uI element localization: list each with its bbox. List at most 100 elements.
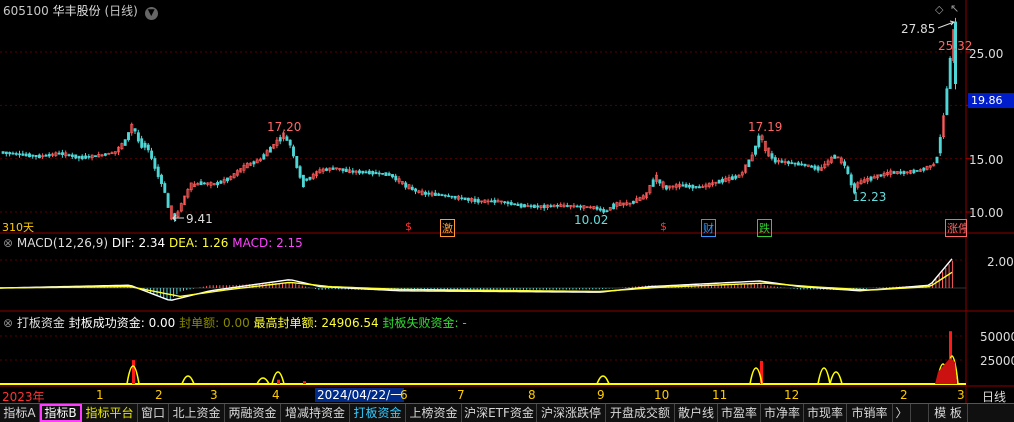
candle-body (800, 163, 804, 166)
daban-header: ⊗ 打板资金 封板成功资金: 0.00 封单额: 0.00 最高封单额: 249… (3, 314, 467, 331)
candle-body (308, 176, 312, 180)
daban-y-tick-25000: 25000 (980, 354, 1014, 368)
tab-limit-up-down[interactable]: 沪深涨跌停 (537, 404, 606, 422)
candle-body (460, 197, 464, 200)
candle-body (902, 171, 906, 174)
candle-body (103, 153, 107, 156)
macd-y-tick: 2.00 (987, 255, 1014, 269)
candle-body (410, 186, 414, 190)
candle-body (358, 170, 361, 174)
candle-body (367, 170, 371, 175)
candle-body (77, 155, 81, 159)
macd-close-icon[interactable]: ⊗ (3, 236, 13, 250)
tab-indicator-a[interactable]: 指标A (0, 404, 40, 422)
candle-body (549, 205, 553, 208)
candle-body (721, 178, 724, 183)
candle-body (156, 166, 160, 177)
candle-body (658, 179, 662, 184)
current-price-tag: 19.86 (968, 93, 1014, 108)
tab-opening-turnover[interactable]: 开盘成交额 (606, 404, 675, 422)
event-marker-zhangting[interactable]: 涨停 (945, 219, 967, 237)
macd-title[interactable]: MACD(12,26,9) (17, 236, 108, 250)
candle-body (938, 137, 942, 154)
cursor-date: 2024/04/22/一 (315, 388, 405, 402)
candle-body (773, 157, 777, 163)
event-marker-ji[interactable]: 激 (440, 219, 455, 237)
daban-spike-bar (132, 360, 135, 384)
tab-indicator-platform[interactable]: 指标平台 (82, 404, 138, 422)
candle-body (377, 172, 381, 175)
candle-body (869, 176, 873, 181)
month-mar: 3 (957, 388, 965, 402)
event-marker-dollar-2[interactable]: $ (660, 220, 667, 233)
candle-body (285, 136, 289, 141)
candle-body (216, 182, 220, 186)
low-label-2: 10.02 (574, 213, 609, 227)
candle-body (688, 184, 691, 188)
tab-window[interactable]: 窗口 (138, 404, 169, 422)
tab-ps-ratio[interactable]: 市销率 (847, 404, 893, 422)
candle-body (849, 174, 853, 186)
tab-list-funds[interactable]: 上榜资金 (406, 404, 462, 422)
tab-pb-ratio[interactable]: 市净率 (761, 404, 804, 422)
price-chart[interactable] (0, 0, 1014, 422)
candle-body (4, 151, 8, 155)
candle-body (153, 158, 157, 169)
candle-body (226, 177, 229, 182)
tab-indicator-b[interactable]: 指标B (40, 404, 82, 422)
low-label-3: 12.23 (852, 190, 887, 204)
event-marker-die[interactable]: 跌 (757, 219, 772, 237)
month-6: 6 (400, 388, 408, 402)
high-arrow-icon (937, 20, 955, 29)
candle-body (532, 204, 536, 208)
tab-template[interactable]: 模 板 (928, 404, 968, 422)
candle-body (816, 166, 820, 171)
candle-body (1, 151, 5, 154)
candle-body (664, 185, 668, 190)
days-label: 310天 (2, 221, 34, 234)
candle-body (697, 186, 701, 189)
candle-body (747, 159, 751, 168)
candle-body (295, 156, 299, 168)
candle-body (556, 204, 559, 207)
candle-body (371, 170, 375, 175)
y-tick-25: 25.00 (969, 47, 1004, 61)
event-marker-dollar-1[interactable]: $ (405, 220, 412, 233)
daban-close-icon[interactable]: ⊗ (3, 316, 13, 330)
candle-body (94, 155, 97, 157)
candle-body (565, 205, 569, 207)
candle-body (70, 154, 74, 157)
candle-body (391, 174, 394, 178)
candle-body (150, 150, 154, 159)
candle-body (516, 203, 520, 206)
candle-body (219, 180, 223, 184)
tab-pcf-ratio[interactable]: 市现率 (804, 404, 847, 422)
indicator-tab-bar: 指标A 指标B 指标平台 窗口 北上资金 两融资金 增减持资金 打板资金 上榜资… (0, 403, 1014, 422)
tab-retail-line[interactable]: 散户线 (675, 404, 718, 422)
candle-body (199, 181, 203, 186)
tab-etf-funds[interactable]: 沪深ETF资金 (462, 404, 537, 422)
candle-body (364, 171, 368, 174)
candle-body (651, 179, 655, 187)
event-marker-cai[interactable]: 财 (701, 219, 716, 237)
daban-title[interactable]: 打板资金 (17, 316, 65, 330)
daban-spike-bar (303, 381, 306, 384)
time-axis: 2023年 1 2 3 4 2024/04/22/一 6 7 8 9 10 11… (0, 388, 1014, 404)
candle-body (414, 188, 418, 192)
candle-body (288, 139, 292, 146)
tab-holding-change-funds[interactable]: 增减持资金 (281, 404, 350, 422)
month-11: 11 (712, 388, 728, 402)
tabs-more-chevron-icon[interactable]: 〉 (893, 404, 911, 422)
candle-body (787, 161, 790, 164)
candle-body (437, 193, 441, 196)
candle-body (57, 152, 61, 155)
candle-body (948, 58, 952, 89)
tab-northbound-funds[interactable]: 北上资金 (169, 404, 225, 422)
tab-pe-ratio[interactable]: 市盈率 (718, 404, 761, 422)
tab-daban-funds[interactable]: 打板资金 (350, 404, 406, 422)
daban-red-area (935, 358, 957, 384)
candle-body (598, 208, 602, 211)
y-tick-15: 15.00 (969, 153, 1004, 167)
candle-body (463, 197, 467, 201)
tab-margin-funds[interactable]: 两融资金 (225, 404, 281, 422)
